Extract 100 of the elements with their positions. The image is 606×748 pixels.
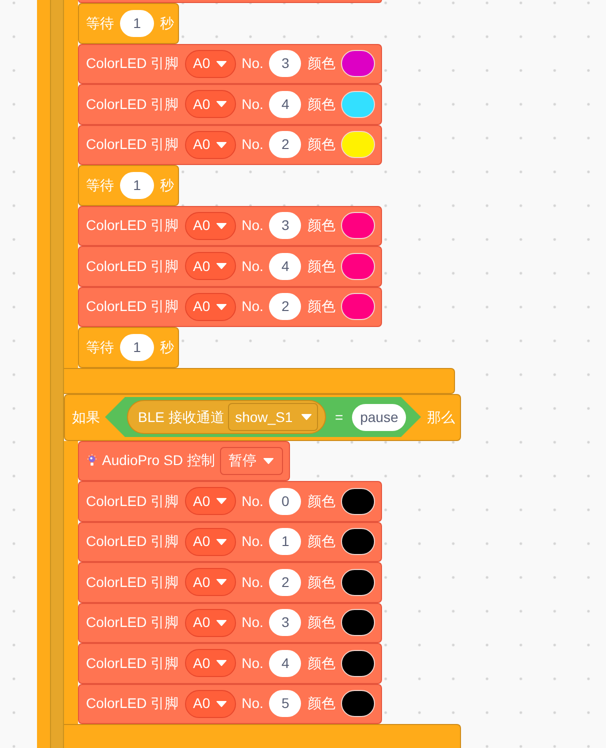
color-label: 颜色 — [307, 94, 336, 114]
caret-icon — [216, 222, 228, 229]
block-label: ColorLED 引脚 — [86, 492, 179, 511]
block-label: ColorLED 引脚 — [86, 135, 179, 154]
color-swatch-icon[interactable] — [341, 568, 376, 596]
number-input[interactable]: 4 — [269, 90, 302, 118]
if-block[interactable]: 如果 BLE 接收通道 show_S1 = pause 那么 — [64, 394, 461, 440]
number-label: No. — [242, 297, 264, 316]
number-input[interactable]: 3 — [269, 212, 302, 240]
led-block[interactable]: ColorLED 引脚 A0 No. 4 颜色 — [78, 246, 382, 286]
number-input[interactable]: 3 — [269, 609, 302, 636]
led-block[interactable]: ColorLED 引脚 A0 No. 0 颜色 — [78, 481, 382, 522]
number-input[interactable]: 1 — [120, 334, 154, 361]
number-label: No. — [242, 135, 264, 154]
number-label: No. — [242, 94, 264, 114]
color-label: 颜色 — [307, 297, 336, 316]
caret-icon — [216, 538, 228, 545]
block-label: ColorLED 引脚 — [86, 54, 179, 74]
block-label: ColorLED 引脚 — [86, 94, 179, 114]
unit-label: 秒 — [160, 338, 174, 357]
caret-icon — [216, 620, 228, 626]
number-label: No. — [242, 694, 264, 714]
caret-icon — [263, 458, 274, 464]
color-label: 颜色 — [307, 572, 336, 592]
color-swatch-icon[interactable] — [341, 609, 376, 636]
value-input[interactable]: pause — [352, 404, 406, 430]
color-label: 颜色 — [307, 654, 336, 673]
number-label: No. — [242, 492, 264, 511]
wait-block[interactable]: 等待 1 秒 — [78, 327, 179, 368]
block-label: ColorLED 引脚 — [86, 572, 179, 592]
color-swatch-icon[interactable] — [341, 293, 376, 320]
number-input[interactable]: 2 — [269, 568, 302, 596]
unit-label: 秒 — [160, 176, 174, 195]
equals-sign: = — [335, 408, 344, 426]
block-label: 等待 — [86, 338, 114, 357]
led-block[interactable]: ColorLED 引脚 A0 No. 2 颜色 — [78, 124, 382, 165]
caret-icon — [216, 498, 228, 504]
number-input[interactable]: 2 — [269, 131, 302, 158]
block-label: 等待 — [86, 176, 114, 195]
block-label: ColorLED 引脚 — [86, 694, 179, 714]
color-label: 颜色 — [307, 216, 336, 236]
number-input[interactable]: 1 — [120, 10, 154, 37]
condition-block[interactable]: BLE 接收通道 show_S1 = pause — [105, 397, 421, 437]
wait-block[interactable]: 等待 1 秒 — [78, 3, 179, 44]
caret-icon — [216, 304, 228, 310]
number-input[interactable]: 2 — [269, 293, 302, 320]
number-label: No. — [242, 54, 264, 74]
led-block[interactable]: ColorLED 引脚 A0 No. 4 颜色 — [78, 84, 382, 124]
unit-label: 秒 — [160, 14, 174, 33]
led-block[interactable]: ColorLED 引脚 A0 No. 3 颜色 — [78, 206, 382, 246]
color-label: 颜色 — [307, 532, 336, 552]
if-label: 如果 — [72, 408, 100, 426]
color-swatch-icon[interactable] — [341, 252, 376, 280]
reporter-label: BLE 接收通道 — [138, 408, 224, 426]
number-input[interactable]: 1 — [120, 172, 154, 199]
caret-icon — [216, 263, 228, 270]
led-block[interactable]: ColorLED 引脚 A0 No. 1 颜色 — [78, 522, 382, 562]
block-label: AudioPro SD 控制 — [102, 451, 215, 470]
color-label: 颜色 — [307, 135, 336, 154]
color-swatch-icon[interactable] — [341, 90, 376, 118]
block-label: ColorLED 引脚 — [86, 654, 179, 673]
number-input[interactable]: 4 — [269, 650, 302, 677]
color-label: 颜色 — [307, 256, 336, 276]
block-label: 等待 — [86, 14, 114, 33]
number-input[interactable]: 0 — [269, 488, 302, 515]
number-label: No. — [242, 654, 264, 673]
block-label: ColorLED 引脚 — [86, 532, 179, 552]
led-block[interactable]: ColorLED 引脚 A0 No. 3 颜色 — [78, 44, 382, 84]
number-input[interactable]: 3 — [269, 50, 302, 78]
led-block[interactable]: ColorLED 引脚 A0 No. 3 颜色 — [78, 602, 382, 643]
caret-icon — [216, 60, 228, 67]
color-swatch-icon[interactable] — [341, 131, 376, 158]
number-label: No. — [242, 216, 264, 236]
led-block[interactable]: ColorLED 引脚 A0 No. 2 颜色 — [78, 286, 382, 327]
color-swatch-icon[interactable] — [341, 488, 376, 515]
color-label: 颜色 — [307, 492, 336, 511]
number-input[interactable]: 5 — [269, 690, 302, 718]
caret-icon — [216, 579, 228, 586]
number-label: No. — [242, 256, 264, 276]
block-label: ColorLED 引脚 — [86, 256, 179, 276]
color-label: 颜色 — [307, 694, 336, 714]
color-swatch-icon[interactable] — [341, 650, 376, 677]
color-swatch-icon[interactable] — [341, 528, 376, 556]
caret-icon — [216, 101, 228, 108]
color-swatch-icon[interactable] — [341, 212, 376, 240]
lightbulb-icon — [87, 454, 97, 468]
wait-block[interactable]: 等待 1 秒 — [78, 165, 179, 206]
number-input[interactable]: 4 — [269, 252, 302, 280]
led-block[interactable]: ColorLED 引脚 A0 No. 2 颜色 — [78, 562, 382, 602]
number-input[interactable]: 1 — [269, 528, 302, 556]
caret-icon — [216, 142, 228, 148]
color-swatch-icon[interactable] — [341, 50, 376, 78]
led-block[interactable]: ColorLED 引脚 A0 No. 4 颜色 — [78, 643, 382, 684]
caret-icon — [216, 700, 228, 707]
caret-icon — [216, 660, 228, 666]
block-label: ColorLED 引脚 — [86, 216, 179, 236]
then-label: 那么 — [426, 408, 455, 426]
led-block[interactable]: ColorLED 引脚 A0 No. 5 颜色 — [78, 684, 382, 724]
color-swatch-icon[interactable] — [341, 690, 376, 718]
color-label: 颜色 — [307, 54, 336, 74]
